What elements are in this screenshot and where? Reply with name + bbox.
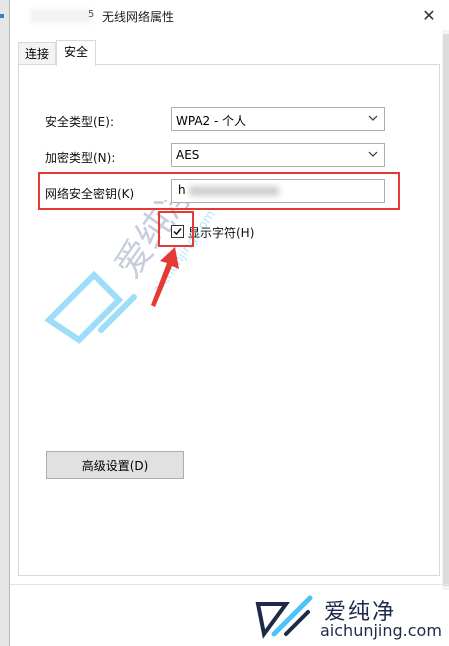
network-key-redacted	[189, 186, 280, 196]
background-window-edge	[0, 0, 9, 646]
window-title: 无线网络属性	[102, 10, 175, 24]
advanced-settings-button[interactable]: 高级设置(D)	[46, 451, 184, 479]
wireless-properties-dialog: 5 无线网络属性 ✕ 连接 安全 爱纯净 aichunjing.com 安全类型…	[9, 0, 449, 646]
title-redacted-area	[30, 9, 92, 23]
show-characters-label: 显示字符(H)	[188, 226, 255, 240]
encryption-type-select[interactable]: AES	[171, 143, 385, 167]
title-glyph: 5	[88, 9, 95, 20]
security-type-value: WPA2 - 个人	[176, 114, 247, 128]
network-key-label: 网络安全密钥(K)	[45, 187, 135, 201]
network-key-input[interactable]: h	[171, 179, 385, 203]
scrollbar-thumb[interactable]	[443, 34, 449, 586]
red-arrow-icon	[151, 247, 179, 307]
security-type-label: 安全类型(E):	[45, 115, 114, 129]
encryption-type-value: AES	[176, 148, 200, 162]
security-type-select[interactable]: WPA2 - 个人	[171, 107, 385, 131]
close-button[interactable]: ✕	[416, 4, 442, 26]
tab-connection[interactable]: 连接	[18, 42, 57, 65]
tab-strip: 连接 安全	[18, 40, 97, 66]
close-icon: ✕	[422, 5, 436, 25]
network-key-value: h	[178, 183, 186, 197]
background-window-icon	[0, 14, 4, 18]
chevron-down-icon	[368, 151, 378, 157]
watermark-url: aichunjing.com	[320, 621, 442, 640]
site-watermark: 爱纯净 aichunjing.com	[248, 590, 449, 646]
show-characters-checkbox[interactable]	[171, 225, 184, 238]
encryption-type-label: 加密类型(N):	[45, 151, 116, 165]
tab-security[interactable]: 安全	[56, 40, 97, 66]
footer-divider	[10, 584, 449, 585]
title-bar: 5 无线网络属性 ✕	[10, 0, 449, 30]
chevron-down-icon	[368, 115, 378, 121]
window-scrollbar[interactable]	[442, 30, 449, 590]
security-panel: 爱纯净 aichunjing.com 安全类型(E): WPA2 - 个人 加密…	[18, 64, 440, 576]
site-logo-icon	[255, 595, 313, 639]
checkmark-icon	[173, 228, 182, 236]
